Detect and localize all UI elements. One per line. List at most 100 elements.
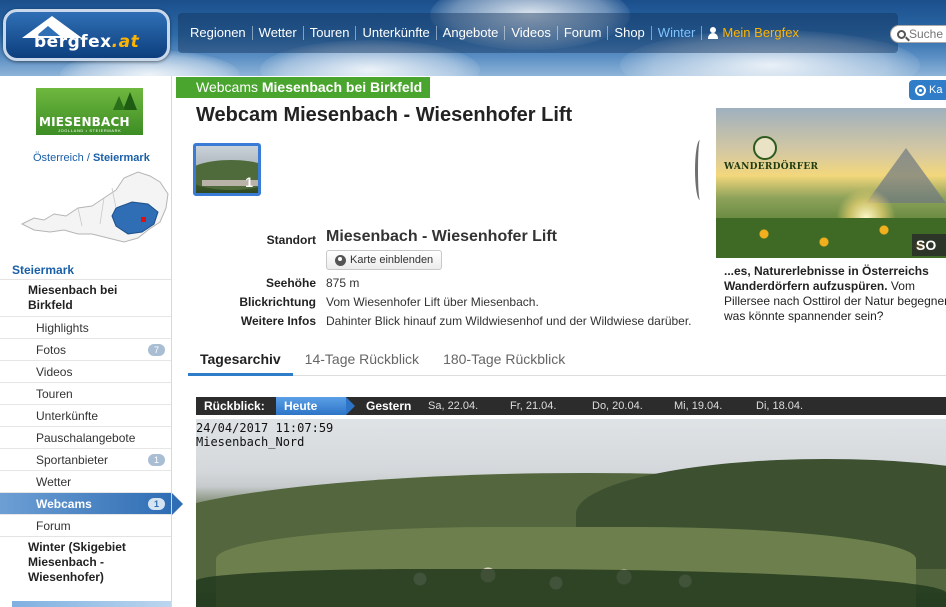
emblem-icon	[753, 136, 777, 160]
day-di-18-04[interactable]: Di, 18.04.	[756, 400, 838, 412]
sidebar-item-label: Unterkünfte	[36, 409, 99, 423]
ad-brand-logo: WANDERDÖRFER	[724, 136, 819, 172]
globe-icon	[335, 254, 346, 266]
show-map-button[interactable]: Karte einblenden	[326, 250, 443, 270]
standort-label: Standort	[266, 233, 316, 247]
divider	[695, 140, 705, 200]
sidebar-item-label: Webcams	[36, 497, 92, 511]
nav-forum[interactable]: Forum	[558, 26, 609, 40]
main-navigation: Regionen Wetter Touren Unterkünfte Angeb…	[178, 13, 898, 53]
nav-regionen[interactable]: Regionen	[184, 26, 253, 40]
globe-icon	[915, 84, 926, 96]
bergfex-logo[interactable]: bergfex.at	[3, 9, 170, 61]
site-header: bergfex.at Regionen Wetter Touren Unterk…	[0, 0, 946, 76]
thumbnail-count: 1	[245, 174, 253, 190]
webcam-image[interactable]: 24/04/2017 11:07:59 Miesenbach_Nord	[196, 419, 946, 607]
menu-sub-miesenbach[interactable]: Miesenbach bei Birkfeld	[0, 279, 172, 316]
count-badge: 7	[148, 344, 165, 356]
webcam-banner[interactable]: Webcams Miesenbach bei Birkfeld	[176, 77, 430, 98]
region-logo[interactable]: MIESENBACH JOGLLAND • STEIERMARK	[36, 88, 143, 135]
tab-tagesarchiv[interactable]: Tagesarchiv	[188, 348, 293, 376]
sidebar-item-winter-skigebiet[interactable]: Winter (Skigebiet Miesenbach - Wiesenhof…	[0, 536, 172, 588]
seehoehe-label: Seehöhe	[265, 276, 316, 290]
page-title: Webcam Miesenbach - Wiesenhofer Lift	[196, 104, 573, 126]
day-do-20-04[interactable]: Do, 20.04.	[592, 400, 674, 412]
sidebar-item-unterkuenfte[interactable]: Unterkünfte	[0, 404, 172, 426]
rueckblick-bar: Rückblick: Heute Gestern Sa, 22.04. Fr, …	[196, 397, 946, 415]
sidebar-item-label: Sportanbieter	[36, 453, 109, 467]
sidebar-item-label: Highlights	[36, 321, 89, 335]
rueckblick-label: Rückblick:	[204, 399, 265, 413]
sidebar-item-pauschalangebote[interactable]: Pauschalangebote	[0, 426, 172, 448]
nav-mein-bergfex-label: Mein Bergfex	[722, 25, 799, 40]
banner-prefix: Webcams	[196, 79, 258, 95]
side-menu: Steiermark Miesenbach bei Birkfeld Highl…	[0, 261, 183, 588]
day-mi-19-04[interactable]: Mi, 19.04.	[674, 400, 756, 412]
breadcrumb: Österreich / Steiermark	[33, 152, 150, 164]
ad-tag: SO SC	[912, 234, 946, 256]
archive-tabs: Tagesarchiv 14-Tage Rückblick 180-Tage R…	[188, 348, 946, 376]
webcam-timestamp-name: Miesenbach_Nord	[196, 435, 305, 449]
blickrichtung-value: Vom Wiesenhofer Lift über Miesenbach.	[326, 295, 539, 309]
weitere-infos-label: Weitere Infos	[240, 314, 316, 328]
sidebar-item-label: Wetter	[36, 475, 72, 489]
sidebar-item-label: Fotos	[36, 343, 67, 357]
tab-180-tage-rueckblick[interactable]: 180-Tage Rückblick	[431, 348, 577, 376]
day-yesterday[interactable]: Gestern	[346, 399, 428, 413]
logo-text: bergfex.at	[34, 32, 140, 52]
menu-head-steiermark[interactable]: Steiermark	[0, 261, 172, 279]
austria-map[interactable]	[20, 168, 172, 252]
count-badge: 1	[148, 454, 165, 466]
day-today[interactable]: Heute	[276, 397, 355, 415]
breadcrumb-separator: /	[86, 152, 90, 164]
nav-shop[interactable]: Shop	[608, 26, 652, 40]
ad-text[interactable]: ...es, Naturerlebnisse in Österreichs Wa…	[724, 264, 946, 324]
tree-icon	[123, 92, 137, 110]
ad-image[interactable]: WANDERDÖRFER SO SC	[716, 108, 946, 258]
sidebar-item-videos[interactable]: Videos	[0, 360, 172, 382]
nav-winter[interactable]: Winter	[652, 26, 703, 40]
seehoehe-value: 875 m	[326, 276, 360, 290]
map-button-label: Ka	[929, 84, 943, 96]
sidebar-item-forum[interactable]: Forum	[0, 514, 172, 536]
nav-unterkuenfte[interactable]: Unterkünfte	[356, 26, 437, 40]
nav-wetter[interactable]: Wetter	[253, 26, 304, 40]
sidebar-item-sportanbieter[interactable]: Sportanbieter 1	[0, 448, 172, 470]
weitere-infos-value: Dahinter Blick hinauf zum Wildwiesenhof …	[326, 314, 692, 328]
search-box[interactable]	[890, 25, 946, 43]
sidebar-item-label: Videos	[36, 365, 73, 379]
sidebar-item-label: Touren	[36, 387, 73, 401]
banner-place: Miesenbach bei Birkfeld	[261, 79, 423, 95]
sidebar-item-fotos[interactable]: Fotos 7	[0, 338, 172, 360]
day-sa-22-04[interactable]: Sa, 22.04.	[428, 400, 510, 412]
webcam-thumbnail[interactable]: 1	[193, 143, 261, 196]
count-badge: 1	[148, 498, 165, 510]
webcam-timestamp-date: 24/04/2017 11:07:59	[196, 421, 334, 435]
region-logo-text: MIESENBACH	[39, 115, 130, 129]
breadcrumb-state[interactable]: Steiermark	[93, 152, 150, 164]
sidebar-item-label: Pauschalangebote	[36, 431, 136, 445]
map-button[interactable]: Ka	[909, 80, 946, 100]
sidebar-item-webcams[interactable]: Webcams 1	[0, 492, 183, 515]
nav-videos[interactable]: Videos	[505, 26, 558, 40]
nav-touren[interactable]: Touren	[304, 26, 357, 40]
user-icon	[708, 27, 719, 39]
nav-angebote[interactable]: Angebote	[437, 26, 506, 40]
sidebar-bottom-bar	[12, 601, 172, 607]
search-icon[interactable]	[897, 29, 906, 39]
show-map-label: Karte einblenden	[350, 254, 434, 266]
advertisement[interactable]: WANDERDÖRFER SO SC ...es, Naturerlebniss…	[716, 108, 946, 326]
blickrichtung-label: Blickrichtung	[239, 295, 316, 309]
day-fr-21-04[interactable]: Fr, 21.04.	[510, 400, 592, 412]
nav-mein-bergfex[interactable]: Mein Bergfex	[702, 26, 805, 40]
tab-14-tage-rueckblick[interactable]: 14-Tage Rückblick	[293, 348, 431, 376]
location-marker-icon	[141, 217, 146, 222]
standort-value: Miesenbach - Wiesenhofer Lift	[326, 228, 557, 245]
sidebar-item-wetter[interactable]: Wetter	[0, 470, 172, 492]
region-logo-subtext: JOGLLAND • STEIERMARK	[58, 128, 122, 133]
search-input[interactable]	[909, 27, 946, 41]
ad-brand-text: WANDERDÖRFER	[724, 162, 819, 172]
sidebar-item-highlights[interactable]: Highlights	[0, 316, 172, 338]
breadcrumb-country[interactable]: Österreich	[33, 152, 84, 164]
sidebar-item-touren[interactable]: Touren	[0, 382, 172, 404]
